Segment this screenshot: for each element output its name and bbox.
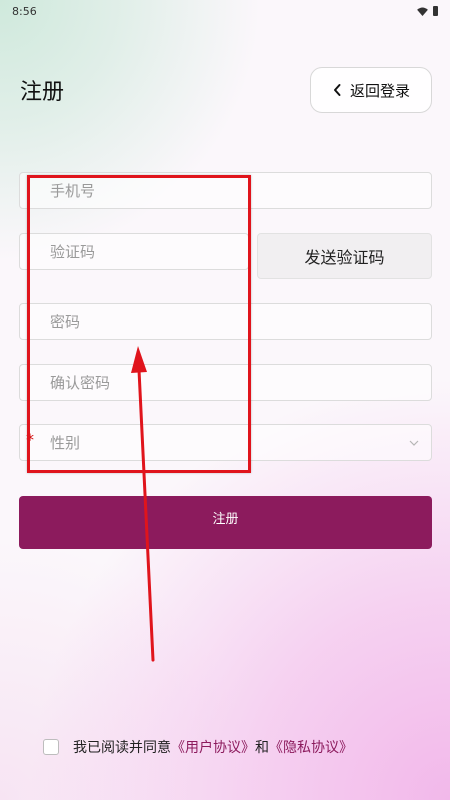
gender-placeholder: 性别: [50, 434, 81, 452]
agreement-row: 我已阅读并同意 《用户协议》 和 《隐私协议》: [43, 737, 353, 757]
agreement-prefix: 我已阅读并同意: [73, 740, 171, 756]
chevron-down-icon: [409, 440, 419, 446]
password-field[interactable]: [19, 303, 432, 340]
agreement-conjunction: 和: [255, 740, 269, 756]
register-button[interactable]: 注册: [19, 496, 432, 549]
status-time: 8:56: [12, 4, 37, 18]
back-to-login-button[interactable]: 返回登录: [310, 67, 432, 113]
battery-icon: [433, 6, 438, 16]
verification-code-input[interactable]: [20, 234, 248, 269]
status-icons: [417, 6, 438, 16]
wifi-icon: [417, 6, 428, 16]
agreement-checkbox[interactable]: [43, 739, 59, 755]
verification-code-field[interactable]: [19, 233, 249, 270]
password-input[interactable]: [20, 304, 431, 339]
status-bar: 8:56: [0, 0, 450, 22]
privacy-policy-link[interactable]: 《隐私协议》: [269, 737, 353, 757]
gender-select[interactable]: 性别: [19, 424, 432, 461]
confirm-password-input[interactable]: [20, 365, 431, 400]
user-agreement-link[interactable]: 《用户协议》: [171, 737, 255, 757]
chevron-left-icon: [333, 84, 341, 96]
back-to-login-label: 返回登录: [349, 81, 410, 100]
required-mark: *: [26, 430, 34, 449]
send-code-button[interactable]: 发送验证码: [257, 233, 432, 279]
page-title: 注册: [20, 80, 65, 105]
phone-input[interactable]: [20, 173, 431, 208]
phone-field[interactable]: [19, 172, 432, 209]
confirm-password-field[interactable]: [19, 364, 432, 401]
